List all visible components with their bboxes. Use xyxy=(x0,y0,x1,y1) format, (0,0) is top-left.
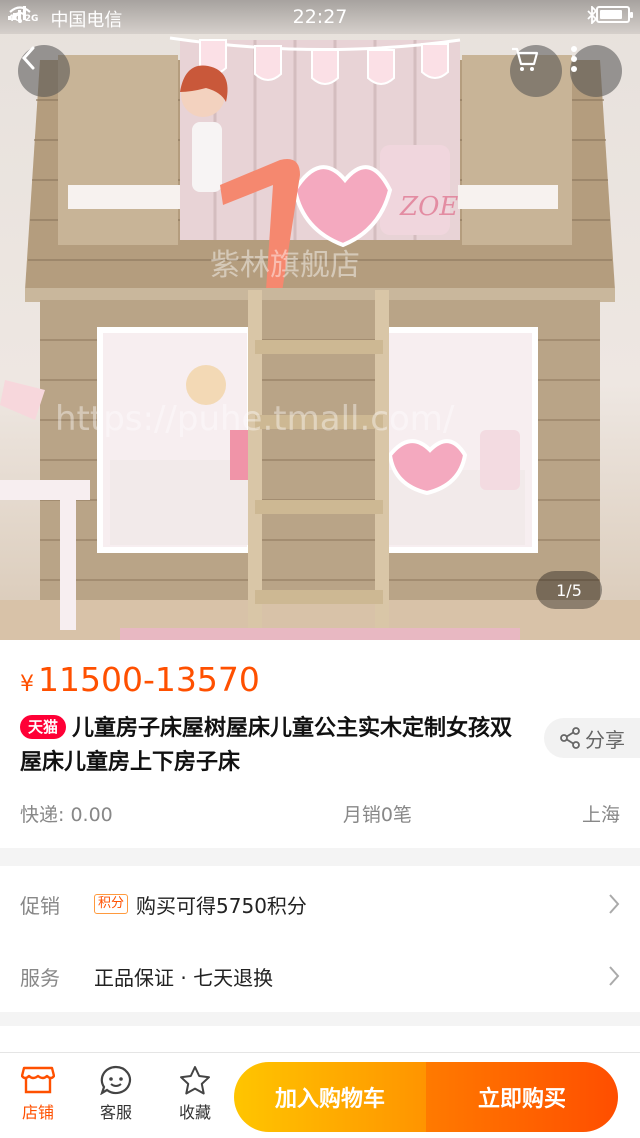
buy-now-button[interactable]: 立即购买 xyxy=(426,1062,618,1132)
monthly-sales: 月销0笔 xyxy=(342,804,412,826)
service-label: 服务 xyxy=(20,965,60,990)
chevron-right-icon xyxy=(609,894,620,914)
chevron-left-icon xyxy=(21,46,35,70)
product-title: 儿童房子床屋树屋床儿童公主实木定制女孩双屋床儿童房上下房子床 xyxy=(20,716,513,775)
shop-tab[interactable]: 店铺 xyxy=(8,1065,68,1123)
shipping-fee: 快递: 0.00 xyxy=(20,804,113,826)
star-icon xyxy=(180,1066,210,1095)
ship-from-location: 上海 xyxy=(581,804,620,826)
product-image[interactable]: 紫林旗舰店 https://puhe.tmall.com/ ZOE 4G 2G … xyxy=(0,0,640,640)
chat-face-icon xyxy=(100,1065,132,1095)
chevron-right-icon xyxy=(609,966,620,986)
add-to-cart-button[interactable]: 加入购物车 xyxy=(234,1062,426,1132)
image-counter: 1/5 xyxy=(536,571,602,609)
clock: 22:27 xyxy=(292,6,348,28)
url-watermark: https://puhe.tmall.com/ xyxy=(55,399,455,439)
product-title-block: 天猫 儿童房子床屋树屋床儿童公主实木定制女孩双屋床儿童房上下房子床 xyxy=(20,712,525,780)
share-label: 分享 xyxy=(585,727,625,752)
share-icon xyxy=(560,727,580,749)
service-text: 正品保证 · 七天退换 xyxy=(94,965,274,990)
store-icon xyxy=(21,1066,55,1094)
section-divider xyxy=(0,1012,640,1056)
pillow-text: ZOE xyxy=(399,192,458,222)
favorite-tab[interactable]: 收藏 xyxy=(165,1065,225,1123)
promotion-text: 购买可得5750积分 xyxy=(136,893,307,918)
bottom-action-bar: 店铺 客服 收藏 加入购物车 立即购买 xyxy=(0,1052,640,1138)
shop-label: 店铺 xyxy=(21,1103,54,1122)
customer-service-tab[interactable]: 客服 xyxy=(86,1065,146,1123)
service-row[interactable]: 服务 正品保证 · 七天退换 xyxy=(0,940,640,1012)
status-bar: 4G 2G 中国电信 22:27 xyxy=(0,0,640,34)
store-watermark: 紫林旗舰店 xyxy=(210,248,360,283)
battery-level xyxy=(600,10,622,19)
product-meta: 快递: 0.00 月销0笔 上海 xyxy=(20,800,620,827)
share-button[interactable]: 分享 xyxy=(544,718,640,758)
currency-symbol: ¥ xyxy=(20,672,34,697)
tmall-badge: 天猫 xyxy=(20,715,67,739)
promotions-section: 促销 积分 购买可得5750积分 服务 正品保证 · 七天退换 xyxy=(0,866,640,1012)
product-photo-illustration: 紫林旗舰店 https://puhe.tmall.com/ ZOE xyxy=(0,36,640,640)
back-button[interactable] xyxy=(18,45,70,97)
points-badge: 积分 xyxy=(94,894,129,914)
battery-icon xyxy=(596,6,633,23)
promotion-label: 促销 xyxy=(20,893,60,918)
more-vertical-icon xyxy=(571,46,577,72)
price-range: 11500-13570 xyxy=(38,660,260,699)
cart-button[interactable] xyxy=(510,45,562,97)
customer-service-label: 客服 xyxy=(99,1103,132,1122)
favorite-label: 收藏 xyxy=(178,1103,211,1122)
promotion-row[interactable]: 促销 积分 购买可得5750积分 xyxy=(0,868,640,940)
product-info: ¥ 11500-13570 天猫 儿童房子床屋树屋床儿童公主实木定制女孩双屋床儿童… xyxy=(0,640,640,848)
more-button[interactable] xyxy=(570,45,622,97)
cart-icon xyxy=(512,47,539,71)
price: ¥ 11500-13570 xyxy=(20,660,260,699)
